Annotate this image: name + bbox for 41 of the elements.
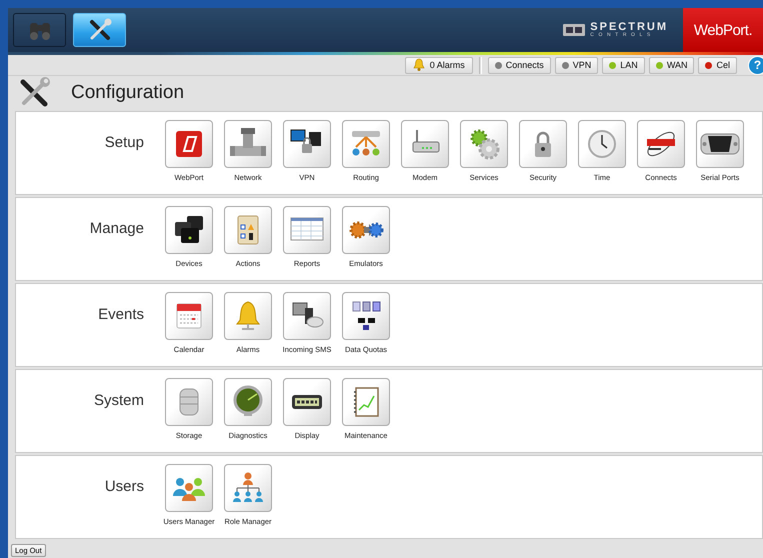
config-tile-button[interactable] [165,120,213,168]
config-tile-button[interactable] [224,206,272,254]
config-tile-button[interactable] [637,120,685,168]
config-tile-button[interactable] [696,120,744,168]
config-tile-button[interactable] [519,120,567,168]
help-button[interactable]: ? [748,56,763,75]
config-tile-button[interactable] [342,206,390,254]
config-tile-button[interactable] [165,378,213,426]
config-tile-button[interactable] [165,206,213,254]
config-tile-button[interactable] [165,464,213,512]
section-title: Events [97,305,145,325]
section-title: Setup [104,133,145,153]
alarms-button[interactable]: 0 Alarms [404,56,473,74]
config-tile-button[interactable] [342,292,390,340]
config-tile-button[interactable] [224,292,272,340]
status-indicator-button[interactable]: Cel [698,56,737,74]
config-tile-button[interactable] [401,120,449,168]
page-title: Configuration [71,82,184,104]
nav-tab[interactable] [73,13,126,47]
section-title: Manage [88,219,145,239]
config-tile-button[interactable] [342,120,390,168]
config-tile-button[interactable] [283,378,331,426]
config-tile-button[interactable] [224,378,272,426]
config-tile-button[interactable] [283,120,331,168]
product-logo: WebPort. [683,8,763,52]
status-indicator-button[interactable]: Connects [488,56,551,74]
config-tile-button[interactable] [578,120,626,168]
section-title: Users [104,477,145,497]
section-title: System [92,391,145,411]
status-indicator-button[interactable]: WAN [648,56,694,74]
config-tile-button[interactable] [460,120,508,168]
status-indicator-button[interactable]: VPN [554,56,598,74]
status-indicator-button[interactable]: LAN [602,56,645,74]
config-tile-button[interactable] [283,292,331,340]
config-tile-button[interactable] [283,206,331,254]
bell-icon [412,58,426,72]
config-tile-button[interactable] [224,120,272,168]
company-name: SPECTRUM [590,22,668,33]
config-tile-button[interactable] [342,378,390,426]
config-tile-button[interactable] [165,292,213,340]
config-tile-button[interactable] [224,464,272,512]
